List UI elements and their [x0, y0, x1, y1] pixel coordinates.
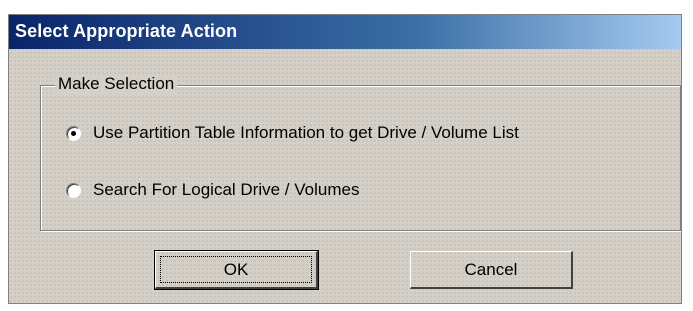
radio-unselected-icon[interactable]	[66, 182, 81, 198]
ok-button-label: OK	[223, 259, 249, 279]
make-selection-groupbox	[40, 85, 681, 231]
title-bar[interactable]: Select Appropriate Action	[9, 15, 681, 49]
radio-search-logical-drives[interactable]: Search For Logical Drive / Volumes	[66, 180, 359, 200]
radio-label-partition-table[interactable]: Use Partition Table Information to get D…	[93, 123, 519, 143]
radio-selected-icon[interactable]	[66, 125, 81, 141]
ok-button[interactable]: OK	[154, 250, 319, 290]
radio-use-partition-table[interactable]: Use Partition Table Information to get D…	[66, 123, 519, 143]
radio-label-search-logical[interactable]: Search For Logical Drive / Volumes	[93, 180, 359, 200]
cancel-button-label: Cancel	[464, 259, 518, 279]
group-label: Make Selection	[55, 74, 178, 94]
dialog-title: Select Appropriate Action	[15, 21, 238, 41]
cancel-button[interactable]: Cancel	[410, 251, 573, 289]
radio-dot-icon	[71, 130, 76, 136]
select-action-dialog: Select Appropriate Action Make Selection…	[8, 14, 682, 304]
